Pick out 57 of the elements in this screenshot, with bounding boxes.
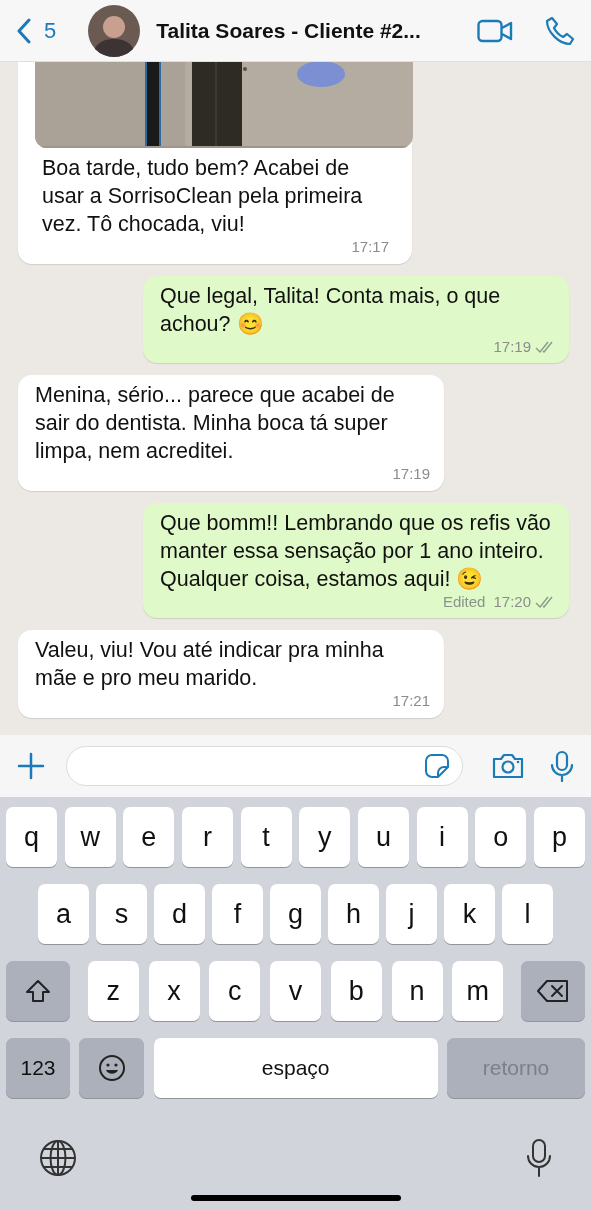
- key[interactable]: g: [270, 884, 321, 944]
- key[interactable]: i: [416, 807, 468, 867]
- message-text: Que bomm!! Lembrando que os refis vão manter essa sensação por 1 ano inteiro. Qualquer coisa, estamos aqui! 😉: [160, 509, 552, 593]
- key[interactable]: e: [123, 807, 175, 867]
- message-input-field[interactable]: [66, 746, 463, 786]
- key[interactable]: o: [475, 807, 527, 867]
- message-text: Valeu, viu! Vou até indicar pra minha mãe e pro meu marido.: [35, 637, 385, 692]
- message-time: 17:19: [493, 336, 531, 357]
- key[interactable]: s: [96, 884, 147, 944]
- message-text: Menina, sério... parece que acabei de sair do dentista. Minha boca tá super limpa, nem acreditei.: [35, 382, 396, 465]
- space-key[interactable]: espaço: [153, 1038, 438, 1098]
- key[interactable]: y: [299, 807, 351, 867]
- edited-label: Edited: [442, 591, 486, 612]
- microphone-icon[interactable]: [525, 1138, 553, 1178]
- key[interactable]: p: [533, 807, 585, 867]
- message-time: 17:19: [392, 464, 430, 484]
- key[interactable]: r: [181, 807, 233, 867]
- contact-name[interactable]: Talita Soares - Cliente #2...: [156, 14, 421, 47]
- numbers-key[interactable]: 123: [6, 1038, 70, 1098]
- sticker-icon[interactable]: [424, 753, 450, 779]
- key[interactable]: k: [444, 884, 495, 944]
- key[interactable]: w: [64, 807, 116, 867]
- key[interactable]: q: [6, 807, 57, 867]
- key[interactable]: n: [391, 961, 443, 1021]
- shift-key[interactable]: [6, 961, 70, 1021]
- key[interactable]: a: [38, 884, 89, 944]
- backspace-icon: [537, 979, 569, 1003]
- key[interactable]: t: [240, 807, 292, 867]
- key[interactable]: u: [357, 807, 409, 867]
- microphone-icon[interactable]: [549, 750, 575, 782]
- key[interactable]: x: [148, 961, 200, 1021]
- message-time: 17:20: [493, 591, 531, 612]
- message-text: Que legal, Talita! Conta mais, o que achou? 😊: [160, 282, 502, 338]
- backspace-key[interactable]: [521, 961, 585, 1021]
- video-call-icon[interactable]: [477, 18, 513, 43]
- message-text: Boa tarde, tudo bem? Acabei de usar a SorrisoClean pela primeira vez. Tô chocada, viu!: [41, 155, 364, 238]
- message-time: 17:21: [392, 691, 430, 711]
- globe-icon[interactable]: [38, 1138, 78, 1178]
- emoji-key[interactable]: [79, 1038, 145, 1098]
- phone-icon[interactable]: [545, 15, 575, 46]
- shift-icon: [25, 979, 51, 1003]
- key[interactable]: f: [212, 884, 263, 944]
- key[interactable]: l: [502, 884, 553, 944]
- emoji-icon: [97, 1054, 126, 1082]
- camera-icon[interactable]: [491, 752, 525, 780]
- message-time: 17:17: [351, 237, 389, 257]
- key[interactable]: m: [452, 961, 504, 1021]
- key[interactable]: v: [270, 961, 321, 1021]
- key[interactable]: j: [386, 884, 437, 944]
- key[interactable]: d: [154, 884, 205, 944]
- key[interactable]: b: [330, 961, 382, 1021]
- key[interactable]: z: [87, 961, 139, 1021]
- unread-count[interactable]: 5: [44, 14, 57, 47]
- plus-icon[interactable]: [16, 751, 46, 781]
- key[interactable]: h: [328, 884, 379, 944]
- key[interactable]: c: [209, 961, 261, 1021]
- back-icon[interactable]: [16, 17, 32, 44]
